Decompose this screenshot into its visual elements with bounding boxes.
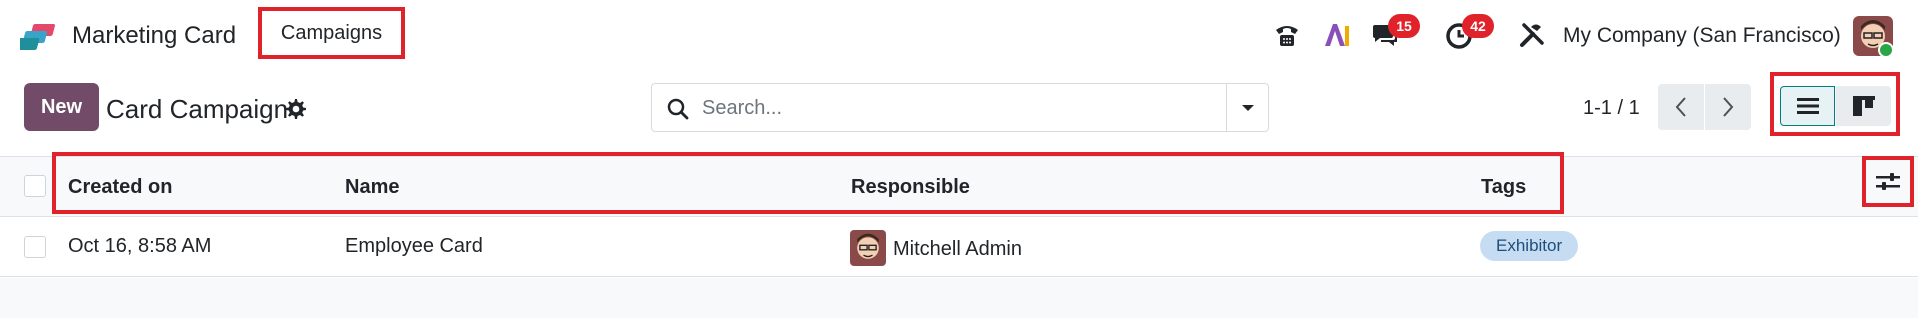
tag-badge: Exhibitor (1480, 231, 1579, 261)
column-responsible[interactable]: Responsible (851, 176, 970, 199)
pager-previous-button[interactable] (1658, 84, 1704, 130)
kanban-icon (1852, 96, 1875, 116)
kanban-view-button[interactable] (1836, 86, 1891, 126)
optional-columns-toggle[interactable] (1862, 156, 1914, 207)
row-checkbox[interactable] (24, 236, 46, 258)
caret-down-icon (1242, 104, 1254, 111)
search-icon (667, 98, 689, 120)
view-switcher (1770, 72, 1900, 136)
empty-list-area (0, 278, 1918, 318)
list-view-button[interactable] (1780, 86, 1835, 126)
cell-name: Employee Card (345, 235, 483, 257)
table-header: Created on Name Responsible Tags (0, 156, 1918, 217)
column-tags[interactable]: Tags (1481, 176, 1526, 199)
menu-item-campaigns[interactable]: Campaigns (258, 7, 405, 59)
table-row[interactable]: Oct 16, 8:58 AM Employee Card Mitchell A… (0, 217, 1918, 277)
debug-tools-icon[interactable] (1515, 18, 1549, 52)
company-switcher[interactable]: My Company (San Francisco) (1563, 24, 1841, 48)
responsible-avatar (850, 230, 886, 266)
cell-created-on: Oct 16, 8:58 AM (68, 235, 212, 257)
gear-icon[interactable] (284, 97, 308, 121)
app-name[interactable]: Marketing Card (72, 22, 236, 50)
chevron-left-icon (1675, 97, 1686, 117)
cell-responsible: Mitchell Admin (893, 238, 1022, 260)
page-title: Card Campaign (106, 94, 289, 124)
column-name[interactable]: Name (345, 176, 399, 199)
new-button[interactable]: New (24, 83, 99, 131)
online-status-indicator (1878, 42, 1894, 58)
pager-value[interactable]: 1-1 / 1 (1583, 97, 1640, 120)
activity-clock-icon[interactable]: 42 (1442, 14, 1494, 52)
chevron-right-icon (1723, 97, 1734, 117)
chat-icon[interactable]: 15 (1368, 14, 1420, 52)
phone-icon[interactable] (1270, 18, 1304, 52)
column-created-on[interactable]: Created on (68, 176, 172, 199)
messages-badge: 15 (1388, 14, 1420, 38)
search-input[interactable] (702, 92, 1202, 124)
top-navbar: Marketing Card Campaigns 15 42 My Compan… (0, 0, 1918, 74)
pager-next-button[interactable] (1705, 84, 1751, 130)
search-bar (651, 83, 1269, 132)
select-all-checkbox[interactable] (24, 175, 46, 197)
ai-icon[interactable] (1320, 18, 1354, 52)
search-options-toggle[interactable] (1226, 84, 1269, 131)
activities-badge: 42 (1462, 14, 1494, 38)
list-icon (1796, 98, 1819, 114)
sliders-icon (1876, 172, 1900, 190)
marketing-card-app-icon[interactable] (20, 22, 60, 52)
